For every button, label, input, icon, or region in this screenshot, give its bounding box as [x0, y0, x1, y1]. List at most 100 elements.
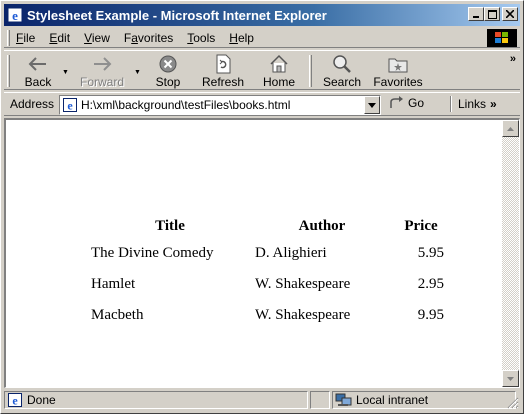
- menu-file[interactable]: File: [16, 31, 35, 45]
- minimize-icon: [473, 16, 479, 18]
- page-viewport: Title Author Price The Divine Comedy D. …: [4, 118, 520, 388]
- search-label: Search: [322, 75, 362, 89]
- status-bar: e Done Local intranet: [4, 390, 520, 410]
- page-status-icon: e: [7, 392, 23, 408]
- address-field[interactable]: e: [59, 95, 381, 115]
- address-bar: Address e Go Links »: [4, 92, 520, 116]
- status-pane-zone: Local intranet: [332, 391, 516, 409]
- table-row: Macbeth W. Shakespeare 9.95: [88, 300, 450, 331]
- stop-icon: [157, 53, 179, 75]
- menu-tools-label: ools: [193, 30, 216, 45]
- go-label: Go: [408, 96, 425, 110]
- status-pane-main: e Done: [4, 391, 308, 409]
- status-text: Done: [27, 393, 56, 407]
- book-price: 5.95: [417, 245, 444, 261]
- stop-button[interactable]: Stop: [148, 51, 188, 91]
- home-label: Home: [262, 75, 295, 89]
- zone-text: Local intranet: [356, 393, 429, 407]
- title-bar[interactable]: e Stylesheet Example - Microsoft Interne…: [4, 4, 520, 26]
- scroll-down-icon: [507, 376, 514, 381]
- go-arrow-icon: [390, 96, 403, 108]
- page-content: Title Author Price The Divine Comedy D. …: [6, 120, 501, 387]
- favorites-button[interactable]: Favorites: [370, 51, 426, 91]
- windows-logo-icon: [487, 29, 517, 47]
- forward-arrow-icon: [91, 53, 113, 75]
- menu-help[interactable]: Help: [229, 31, 254, 45]
- go-button[interactable]: Go: [389, 96, 424, 110]
- menu-edit[interactable]: Edit: [49, 31, 70, 45]
- forward-label: Forward: [79, 75, 124, 89]
- menu-edit-label: dit: [57, 30, 71, 45]
- favorites-label: Favorites: [373, 75, 423, 89]
- menu-file-label: ile: [23, 30, 36, 45]
- status-pane-progress: [310, 391, 330, 409]
- local-intranet-icon: [335, 392, 353, 408]
- resize-grip-icon[interactable]: [506, 396, 519, 409]
- forward-button[interactable]: Forward: [74, 51, 130, 91]
- menu-favorites-label: vorites: [137, 30, 174, 45]
- close-icon: [506, 10, 514, 18]
- links-overflow-icon[interactable]: »: [490, 97, 497, 111]
- back-dropdown-icon[interactable]: ▼: [62, 69, 69, 76]
- menu-view[interactable]: View: [84, 31, 110, 45]
- back-button[interactable]: Back: [18, 51, 58, 91]
- book-title: The Divine Comedy: [91, 245, 214, 261]
- standard-toolbar: Back ▼ Forward ▼ Stop Refresh Home Searc…: [4, 50, 520, 90]
- menu-favorites[interactable]: Favorites: [124, 31, 173, 45]
- svg-text:e: e: [67, 99, 73, 113]
- menu-favorites-accel: a: [131, 30, 138, 45]
- menu-bar: File Edit View Favorites Tools Help: [4, 28, 520, 48]
- toolbar-overflow-button[interactable]: »: [510, 53, 516, 65]
- links-label: Links: [458, 97, 487, 111]
- refresh-icon: [212, 53, 234, 75]
- scroll-up-icon: [507, 126, 514, 131]
- maximize-button[interactable]: [484, 7, 500, 21]
- address-input[interactable]: [81, 98, 361, 112]
- ie-logo-icon: e: [7, 7, 23, 23]
- refresh-label: Refresh: [201, 75, 245, 89]
- menu-tools[interactable]: Tools: [187, 31, 215, 45]
- chevron-down-icon: [368, 102, 376, 108]
- table-header-row: Title Author Price: [88, 214, 450, 238]
- scroll-up-button[interactable]: [502, 120, 519, 137]
- address-dropdown-button[interactable]: [364, 96, 380, 114]
- address-label: Address: [10, 97, 55, 111]
- book-title: Macbeth: [91, 307, 144, 323]
- column-header-title: Title: [155, 217, 185, 234]
- book-title: Hamlet: [91, 276, 136, 292]
- page-icon: e: [62, 97, 78, 113]
- menu-grip[interactable]: [7, 29, 10, 46]
- search-button[interactable]: Search: [317, 51, 367, 91]
- favorites-icon: [387, 53, 409, 75]
- close-button[interactable]: [502, 7, 518, 21]
- book-price: 2.95: [417, 276, 444, 292]
- vertical-scrollbar[interactable]: [502, 120, 519, 387]
- minimize-button[interactable]: [468, 7, 484, 21]
- menu-view-label: iew: [91, 30, 110, 45]
- table-row: Hamlet W. Shakespeare 2.95: [88, 269, 450, 300]
- forward-dropdown-icon[interactable]: ▼: [134, 69, 141, 76]
- menu-help-accel: H: [229, 30, 238, 45]
- column-header-price: Price: [404, 217, 438, 234]
- book-author: W. Shakespeare: [255, 307, 351, 323]
- back-label: Back: [24, 75, 52, 89]
- toolbar-grip[interactable]: [7, 55, 10, 87]
- table-row: The Divine Comedy D. Alighieri 5.95: [88, 238, 450, 269]
- refresh-button[interactable]: Refresh: [198, 51, 248, 91]
- links-separator: [450, 96, 452, 112]
- window-controls: [468, 7, 518, 21]
- window-title: Stylesheet Example - Microsoft Internet …: [27, 7, 327, 23]
- menu-help-label: elp: [237, 30, 254, 45]
- maximize-icon: [487, 9, 497, 19]
- book-price: 9.95: [417, 307, 444, 323]
- book-author: W. Shakespeare: [255, 276, 351, 292]
- column-header-author: Author: [298, 217, 346, 234]
- home-icon: [268, 53, 290, 75]
- books-table: Title Author Price The Divine Comedy D. …: [88, 214, 450, 331]
- scroll-down-button[interactable]: [502, 370, 519, 387]
- toolbar-separator: [309, 55, 312, 87]
- back-arrow-icon: [27, 53, 49, 75]
- browser-window: e Stylesheet Example - Microsoft Interne…: [0, 0, 524, 414]
- links-button[interactable]: Links »: [450, 96, 497, 112]
- home-button[interactable]: Home: [258, 51, 300, 91]
